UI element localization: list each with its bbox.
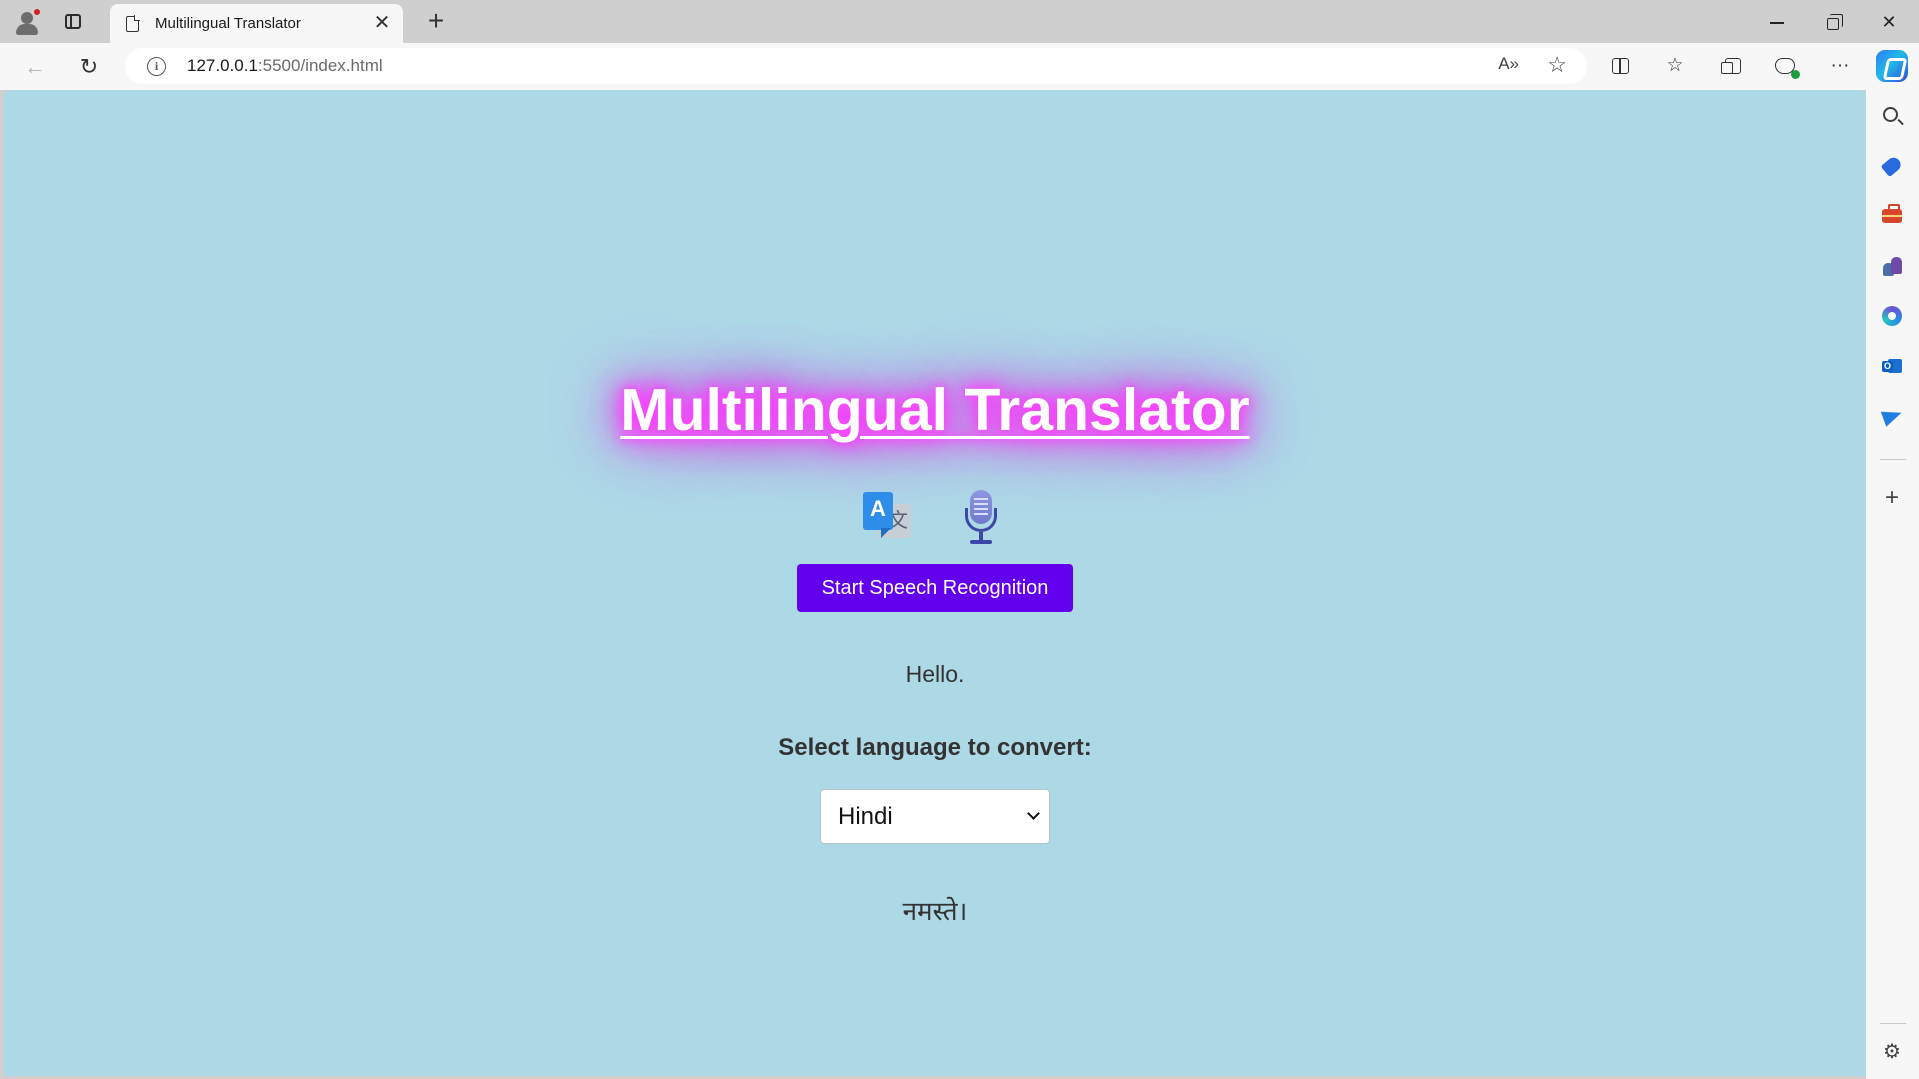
close-window-button[interactable]: ✕ xyxy=(1866,8,1912,36)
language-select-label: Select language to convert: xyxy=(778,734,1092,761)
refresh-button[interactable]: ↻ xyxy=(75,53,103,81)
translator-app: Multilingual Translator 文 A Start Speech… xyxy=(4,90,1866,1076)
page-title: Multilingual Translator xyxy=(620,377,1250,443)
language-select-value: Hindi xyxy=(838,803,893,830)
sidebar-divider xyxy=(1880,459,1906,460)
tab-active[interactable]: Multilingual Translator ✕ xyxy=(110,4,403,43)
browser-toolbar: ← ↻ i 127.0.0.1:5500/index.html A» ☆ ☆ ·… xyxy=(0,43,1919,90)
sidebar-games-icon[interactable] xyxy=(1879,253,1905,279)
translate-icon: 文 A xyxy=(863,492,913,540)
browser-sidebar: O + ⚙ xyxy=(1866,90,1919,1079)
copilot-icon[interactable] xyxy=(1876,50,1908,82)
read-aloud-icon[interactable]: A» xyxy=(1498,54,1519,74)
chevron-down-icon xyxy=(1027,807,1040,820)
sidebar-settings-icon[interactable]: ⚙ xyxy=(1879,1039,1905,1065)
minimize-button[interactable] xyxy=(1754,8,1800,36)
start-speech-recognition-button[interactable]: Start Speech Recognition xyxy=(797,564,1073,612)
tab-title: Multilingual Translator xyxy=(155,15,301,32)
browser-tab-bar: Multilingual Translator ✕ + ✕ xyxy=(0,0,1919,43)
sidebar-divider xyxy=(1880,1023,1906,1024)
sidebar-search-icon[interactable] xyxy=(1879,103,1905,129)
page-viewport: Multilingual Translator 文 A Start Speech… xyxy=(4,90,1866,1076)
split-screen-icon[interactable] xyxy=(1605,51,1635,81)
favorites-icon[interactable]: ☆ xyxy=(1660,51,1690,81)
site-info-icon[interactable]: i xyxy=(147,57,166,76)
restore-button[interactable] xyxy=(1810,8,1856,36)
recognized-text: Hello. xyxy=(905,661,965,687)
sidebar-shopping-icon[interactable] xyxy=(1879,153,1905,179)
microphone-icon xyxy=(962,490,1000,546)
sidebar-tools-icon[interactable] xyxy=(1879,203,1905,229)
icons-row: 文 A xyxy=(4,490,1866,546)
translated-text: नमस्ते। xyxy=(902,897,968,927)
tab-close-icon[interactable]: ✕ xyxy=(371,12,393,34)
address-bar[interactable]: i 127.0.0.1:5500/index.html A» ☆ xyxy=(125,48,1587,84)
profile-avatar-icon[interactable] xyxy=(12,7,42,37)
sidebar-outlook-icon[interactable]: O xyxy=(1879,353,1905,379)
sidebar-drop-icon[interactable] xyxy=(1879,403,1905,429)
favorite-star-icon[interactable]: ☆ xyxy=(1547,52,1567,78)
sidebar-add-icon[interactable]: + xyxy=(1879,485,1905,511)
back-button[interactable]: ← xyxy=(21,53,49,81)
browser-essentials-icon[interactable] xyxy=(1770,51,1800,81)
page-icon xyxy=(126,15,140,32)
collections-icon[interactable] xyxy=(1715,51,1745,81)
settings-more-icon[interactable]: ··· xyxy=(1825,51,1855,81)
tab-actions-icon[interactable] xyxy=(62,11,86,33)
new-tab-button[interactable]: + xyxy=(422,7,450,35)
language-select[interactable]: Hindi xyxy=(820,789,1050,844)
notification-dot xyxy=(33,8,41,16)
sidebar-microsoft365-icon[interactable] xyxy=(1879,303,1905,329)
url-text[interactable]: 127.0.0.1:5500/index.html xyxy=(187,56,383,76)
